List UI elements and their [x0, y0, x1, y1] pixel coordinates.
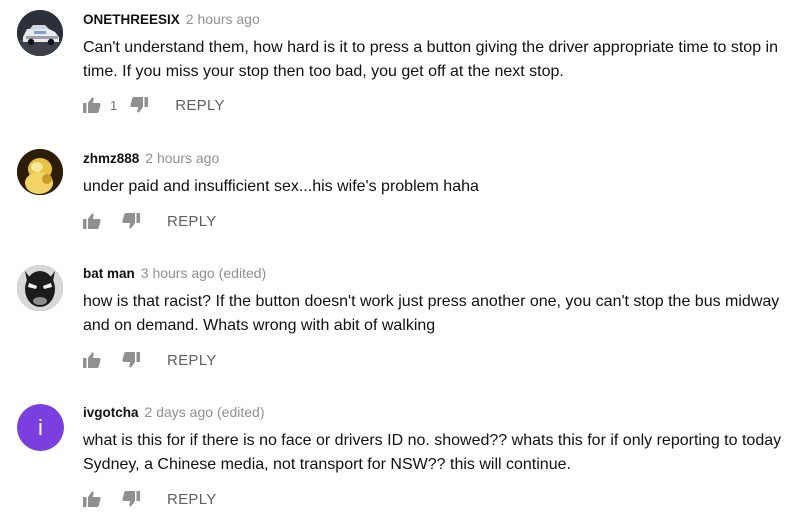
timestamp[interactable]: 3 hours ago	[141, 265, 215, 281]
thumbs-up-icon[interactable]	[82, 211, 102, 231]
edited-label: (edited)	[218, 265, 267, 281]
comment-text: Can't understand them, how hard is it to…	[83, 39, 778, 80]
thumbs-down-icon[interactable]	[121, 211, 141, 231]
author-name[interactable]: bat man	[83, 266, 135, 281]
comment-header: zhmz888 2 hours ago	[83, 150, 219, 166]
thumbs-up-icon[interactable]	[82, 95, 102, 115]
comment-header: bat man 3 hours ago (edited)	[83, 265, 266, 281]
avatar[interactable]	[17, 265, 63, 311]
reply-button[interactable]: REPLY	[167, 491, 217, 508]
timestamp[interactable]: 2 hours ago	[145, 150, 219, 166]
comment-header: ivgotcha 2 days ago (edited)	[83, 404, 264, 420]
thumbs-up-icon[interactable]	[82, 350, 102, 370]
comment-text: how is that racist? If the button doesn'…	[83, 293, 780, 334]
thumbs-down-icon[interactable]	[129, 95, 149, 115]
avatar-letter: i	[38, 415, 43, 440]
reply-button[interactable]: REPLY	[167, 213, 217, 230]
avatar[interactable]	[17, 10, 63, 56]
author-name[interactable]: ONETHREESIX	[83, 12, 180, 27]
avatar[interactable]	[17, 149, 63, 195]
timestamp[interactable]: 2 hours ago	[186, 11, 260, 27]
author-name[interactable]: ivgotcha	[83, 405, 139, 420]
thumbs-down-icon[interactable]	[121, 489, 141, 509]
avatar[interactable]: i	[17, 404, 64, 451]
comment-text: what is this for if there is no face or …	[83, 432, 782, 473]
like-count: 1	[110, 97, 118, 113]
comment-actions: REPLY	[82, 489, 217, 509]
thumbs-down-icon[interactable]	[121, 350, 141, 370]
comment-actions: REPLY	[82, 350, 217, 370]
comment-actions: REPLY	[82, 211, 217, 231]
timestamp[interactable]: 2 days ago	[145, 404, 214, 420]
reply-button[interactable]: REPLY	[167, 352, 217, 369]
comment-header: ONETHREESIX 2 hours ago	[83, 11, 260, 27]
comment-actions: 1 REPLY	[82, 95, 225, 115]
comment-text: under paid and insufficient sex...his wi…	[83, 178, 479, 195]
reply-button[interactable]: REPLY	[175, 97, 225, 114]
author-name[interactable]: zhmz888	[83, 151, 139, 166]
edited-label: (edited)	[217, 404, 265, 420]
thumbs-up-icon[interactable]	[82, 489, 102, 509]
